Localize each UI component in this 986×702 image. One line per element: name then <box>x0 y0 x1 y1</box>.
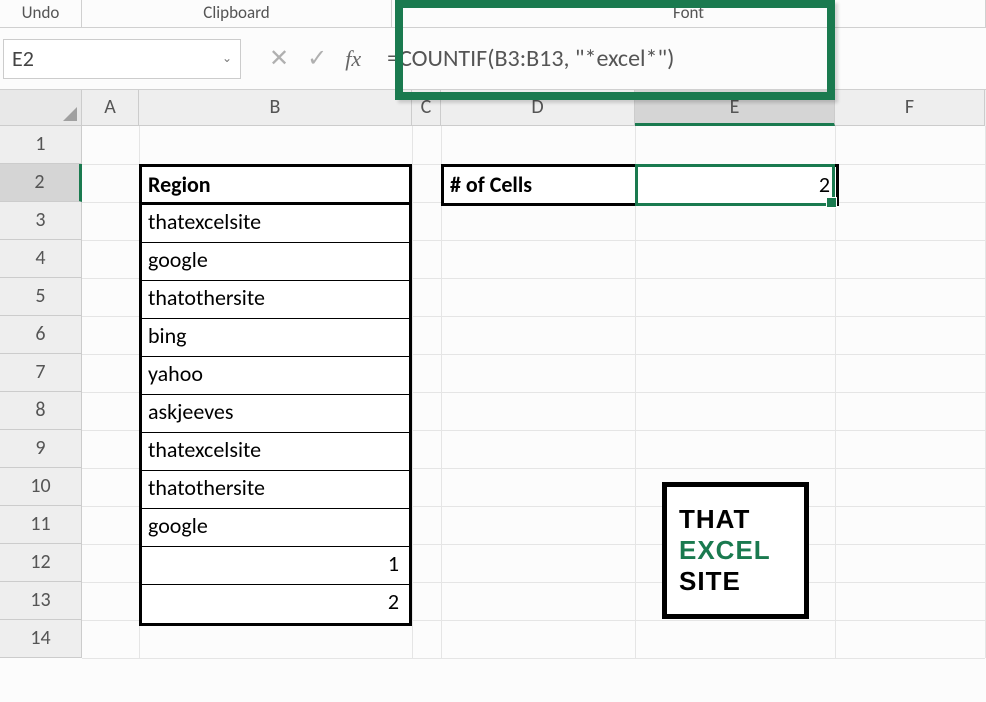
table-row[interactable]: thatexcelsite <box>142 433 409 471</box>
ribbon-undo-group[interactable]: Undo <box>0 0 82 27</box>
table-row[interactable]: askjeeves <box>142 395 409 433</box>
row-header-3[interactable]: 3 <box>0 202 82 240</box>
ribbon-clipboard-group[interactable]: Clipboard <box>82 0 392 27</box>
col-header-B[interactable]: B <box>139 90 412 126</box>
row-header-2[interactable]: 2 <box>0 164 82 202</box>
cancel-icon[interactable]: ✕ <box>269 44 289 73</box>
logo-text-3: SITE <box>679 566 792 597</box>
row-header-12[interactable]: 12 <box>0 544 82 582</box>
row-header-8[interactable]: 8 <box>0 392 82 430</box>
table-row[interactable]: yahoo <box>142 357 409 395</box>
watermark-logo: THAT EXCEL SITE <box>662 482 809 619</box>
name-box-dropdown-icon[interactable]: ⌄ <box>222 51 240 66</box>
col-header-E[interactable]: E <box>635 90 835 126</box>
select-all-corner[interactable] <box>0 90 82 126</box>
ribbon-tabs: Undo Clipboard Font <box>0 0 986 28</box>
table-row[interactable]: thatothersite <box>142 471 409 509</box>
row-header-9[interactable]: 9 <box>0 430 82 468</box>
formula-bar-icons: ✕ ✓ fx <box>269 44 361 73</box>
col-header-C[interactable]: C <box>412 90 441 126</box>
logo-text-1: THAT <box>679 504 792 535</box>
col-header-F[interactable]: F <box>835 90 985 126</box>
formula-bar: E2 ⌄ ✕ ✓ fx =COUNTIF(B3:B13, "*excel*") <box>0 28 986 90</box>
row-header-1[interactable]: 1 <box>0 126 82 164</box>
logo-text-2: EXCEL <box>679 535 792 566</box>
row-header-11[interactable]: 11 <box>0 506 82 544</box>
table-row[interactable]: google <box>142 509 409 547</box>
result-box[interactable]: # of Cells 2 <box>441 164 839 206</box>
table-row[interactable]: thatothersite <box>142 281 409 319</box>
table-row[interactable]: bing <box>142 319 409 357</box>
table-row[interactable]: 2 <box>142 585 409 623</box>
table-header-region[interactable]: Region <box>142 167 409 205</box>
result-value[interactable]: 2 <box>638 167 836 203</box>
name-box[interactable]: E2 ⌄ <box>3 39 241 79</box>
col-header-D[interactable]: D <box>441 90 635 126</box>
ribbon-font-group[interactable]: Font <box>392 0 986 27</box>
row-header-13[interactable]: 13 <box>0 582 82 620</box>
row-header-10[interactable]: 10 <box>0 468 82 506</box>
column-headers: A B C D E F <box>0 90 986 126</box>
row-header-14[interactable]: 14 <box>0 620 82 658</box>
row-header-5[interactable]: 5 <box>0 278 82 316</box>
row-header-6[interactable]: 6 <box>0 316 82 354</box>
formula-input[interactable]: =COUNTIF(B3:B13, "*excel*") <box>379 44 986 73</box>
table-row[interactable]: 1 <box>142 547 409 585</box>
spreadsheet-grid[interactable]: A B C D E F 1234567891011121314 Region t… <box>0 90 986 658</box>
fx-icon[interactable]: fx <box>345 46 361 72</box>
col-header-A[interactable]: A <box>82 90 139 126</box>
table-row[interactable]: thatexcelsite <box>142 205 409 243</box>
data-table-region[interactable]: Region thatexcelsitegooglethatothersiteb… <box>139 164 412 626</box>
name-box-value: E2 <box>12 45 34 72</box>
row-header-4[interactable]: 4 <box>0 240 82 278</box>
table-row[interactable]: google <box>142 243 409 281</box>
enter-icon[interactable]: ✓ <box>307 44 327 73</box>
result-label[interactable]: # of Cells <box>444 167 638 203</box>
row-header-7[interactable]: 7 <box>0 354 82 392</box>
